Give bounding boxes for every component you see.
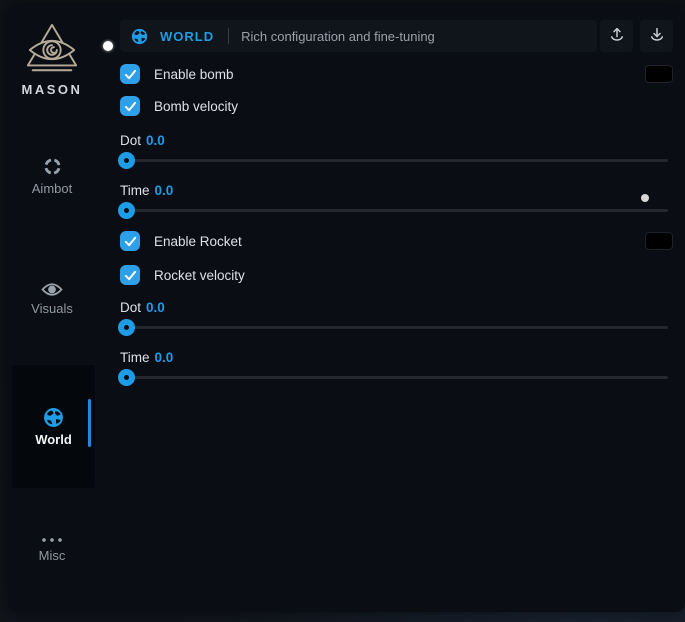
slider-thumb[interactable] [118, 319, 135, 336]
app-window: MASON Aimbot Visuals [8, 6, 685, 612]
sidebar-item-label: Aimbot [8, 181, 96, 196]
upload-icon [608, 26, 626, 47]
masonic-eye-triangle-logo-icon [8, 22, 96, 78]
header-bar: WORLD Rich configuration and fine-tuning [120, 20, 597, 52]
slider-name: Time [120, 183, 150, 198]
active-tab-indicator [88, 399, 91, 447]
slider-track-time[interactable] [120, 376, 668, 379]
slider-thumb[interactable] [118, 152, 135, 169]
header-divider [228, 28, 229, 44]
slider-name: Time [120, 350, 150, 365]
checkbox-row-bomb-velocity: Bomb velocity [120, 96, 238, 116]
download-config-button[interactable] [640, 20, 673, 52]
page-title: WORLD [160, 29, 214, 44]
checkbox-row-enable-rocket: Enable Rocket [120, 231, 668, 251]
slider-value: 0.0 [146, 133, 165, 148]
slider-name: Dot [120, 300, 141, 315]
slider-value: 0.0 [146, 300, 165, 315]
slider-label-time: Time 0.0 [120, 350, 173, 365]
checkbox-checked[interactable] [120, 96, 140, 116]
color-swatch[interactable] [645, 65, 673, 83]
upload-config-button[interactable] [600, 20, 633, 52]
download-icon [648, 26, 666, 47]
sidebar-item-misc[interactable]: Misc [8, 536, 96, 563]
crosshair-icon [8, 156, 96, 177]
ellipsis-icon [8, 536, 96, 544]
logo-wordmark: MASON [8, 82, 96, 97]
checkbox-row-rocket-velocity: Rocket velocity [120, 265, 245, 285]
globe-icon [12, 407, 95, 428]
slider-value: 0.0 [155, 350, 174, 365]
eye-icon [8, 282, 96, 297]
slider-track-dot[interactable] [120, 159, 668, 162]
cursor-dot [641, 194, 649, 202]
checkbox-label: Enable Rocket [154, 234, 242, 249]
slider-track-dot[interactable] [120, 326, 668, 329]
checkbox-checked[interactable] [120, 231, 140, 251]
slider-label-time: Time 0.0 [120, 183, 173, 198]
app-logo: MASON [8, 22, 96, 97]
checkbox-label: Rocket velocity [154, 268, 245, 283]
sidebar-item-label: Visuals [8, 301, 96, 316]
checkbox-row-enable-bomb: Enable bomb [120, 64, 668, 84]
slider-label-dot: Dot 0.0 [120, 300, 165, 315]
checkbox-checked[interactable] [120, 64, 140, 84]
sidebar-item-label: World [12, 432, 95, 447]
sidebar: MASON Aimbot Visuals [8, 6, 112, 612]
sidebar-item-world[interactable]: World [12, 365, 95, 488]
slider-thumb[interactable] [118, 202, 135, 219]
page-subtitle: Rich configuration and fine-tuning [241, 29, 435, 44]
sidebar-item-label: Misc [8, 548, 96, 563]
color-swatch[interactable] [645, 232, 673, 250]
globe-icon [131, 28, 148, 45]
sidebar-item-visuals[interactable]: Visuals [8, 282, 96, 316]
slider-label-dot: Dot 0.0 [120, 133, 165, 148]
slider-name: Dot [120, 133, 141, 148]
checkbox-checked[interactable] [120, 265, 140, 285]
checkbox-label: Bomb velocity [154, 99, 238, 114]
cursor-dot [103, 41, 113, 51]
slider-track-time[interactable] [120, 209, 668, 212]
checkbox-label: Enable bomb [154, 67, 234, 82]
sidebar-item-aimbot[interactable]: Aimbot [8, 156, 96, 196]
slider-thumb[interactable] [118, 369, 135, 386]
slider-value: 0.0 [155, 183, 174, 198]
